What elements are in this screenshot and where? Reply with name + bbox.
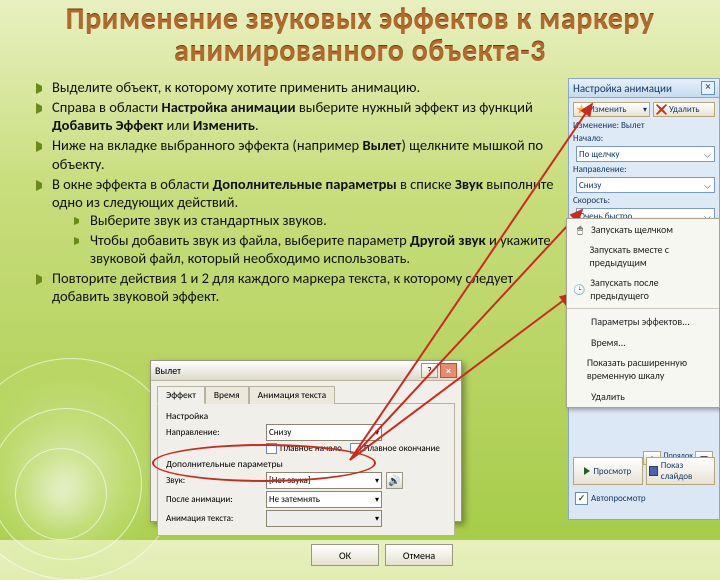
dialog-title-bar: Вылет ? × bbox=[151, 361, 461, 381]
list-item: Справа в области Настройка анимации выбе… bbox=[36, 98, 566, 134]
sound-label: Звук: bbox=[166, 475, 266, 486]
bullet-list: Выделите объект, к которому хотите приме… bbox=[36, 78, 566, 308]
menu-start-with-previous[interactable]: Запускать вместе с предыдущим bbox=[567, 240, 719, 273]
star-icon bbox=[576, 104, 587, 115]
change-effect-button[interactable]: Изменить ▾ bbox=[573, 102, 650, 117]
pane-title-bar: Настройка анимации × bbox=[569, 79, 719, 98]
mouse-icon: 🖱 bbox=[573, 222, 587, 236]
cancel-button[interactable]: Отмена bbox=[385, 544, 453, 566]
slideshow-button[interactable]: Показ слайдов bbox=[646, 457, 716, 485]
tab-time[interactable]: Время bbox=[205, 386, 249, 404]
dialog-title: Вылет bbox=[155, 364, 181, 377]
close-button[interactable]: × bbox=[440, 363, 457, 378]
start-select[interactable]: По щелчку bbox=[576, 146, 715, 162]
direction-label: Направление: bbox=[573, 164, 627, 175]
after-label: После анимации: bbox=[166, 494, 266, 505]
close-icon[interactable]: × bbox=[701, 81, 715, 95]
text-anim-label: Анимация текста: bbox=[166, 513, 266, 524]
help-button[interactable]: ? bbox=[421, 363, 438, 378]
tab-text-animation[interactable]: Анимация текста bbox=[249, 386, 336, 404]
delete-effect-button[interactable]: Удалить bbox=[653, 102, 715, 117]
sound-volume-button[interactable]: 🔊 bbox=[386, 472, 403, 489]
ok-button[interactable]: ОК bbox=[311, 544, 379, 566]
speed-label: Скорость: bbox=[573, 195, 610, 206]
play-button[interactable]: Просмотр bbox=[573, 457, 643, 485]
tab-effect[interactable]: Эффект bbox=[157, 386, 205, 404]
menu-show-timeline[interactable]: Показать расширенную временную шкалу bbox=[567, 353, 719, 386]
menu-effect-options[interactable]: Параметры эффектов... bbox=[567, 311, 719, 332]
slide-title: Применение звуковых эффектов к маркеру а… bbox=[0, 4, 720, 67]
section-settings: Настройка bbox=[166, 410, 446, 422]
menu-start-on-click[interactable]: 🖱Запускать щелчком bbox=[567, 219, 719, 240]
start-label: Начало: bbox=[573, 133, 603, 144]
after-select[interactable]: Не затемнять▾ bbox=[266, 491, 382, 508]
dialog-direction-select[interactable]: Снизу▾ bbox=[266, 424, 382, 441]
clock-icon: 🕒 bbox=[573, 282, 586, 296]
effect-dialog: Вылет ? × Эффект Время Анимация текста Н… bbox=[150, 360, 462, 522]
list-item: В окне эффекта в области Дополнительные … bbox=[36, 175, 566, 268]
sound-select[interactable]: [Нет звука]▾ bbox=[266, 472, 382, 489]
change-header: Изменение: Вылет bbox=[573, 120, 644, 131]
list-item: Выделите объект, к которому хотите приме… bbox=[36, 78, 566, 96]
x-icon bbox=[656, 104, 667, 115]
smooth-start-checkbox[interactable]: Плавное начало bbox=[266, 443, 342, 454]
menu-timing[interactable]: Время... bbox=[567, 332, 719, 353]
smooth-end-checkbox[interactable]: Плавное окончание bbox=[350, 443, 440, 454]
dialog-direction-label: Направление: bbox=[166, 427, 266, 438]
list-item: Повторите действия 1 и 2 для каждого мар… bbox=[36, 269, 566, 305]
list-item: Чтобы добавить звук из файла, выберите п… bbox=[74, 231, 566, 267]
play-icon bbox=[584, 467, 590, 475]
autopreview-checkbox[interactable]: ✓Автопросмотр bbox=[575, 492, 646, 505]
direction-select[interactable]: Снизу bbox=[576, 177, 715, 193]
delete-label: Удалить bbox=[669, 104, 699, 115]
menu-delete[interactable]: Удалить bbox=[567, 386, 719, 407]
text-anim-select: ▾ bbox=[266, 510, 382, 527]
list-item: Ниже на вкладке выбранного эффекта (напр… bbox=[36, 136, 566, 172]
change-label: Изменить bbox=[589, 104, 627, 115]
effect-context-menu: 🖱Запускать щелчком Запускать вместе с пр… bbox=[566, 218, 720, 408]
section-extra: Дополнительные параметры bbox=[166, 458, 446, 470]
pane-title-text: Настройка анимации bbox=[573, 82, 672, 95]
menu-start-after-previous[interactable]: 🕒Запускать после предыдущего bbox=[567, 273, 719, 306]
list-item: Выберите звук из стандартных звуков. bbox=[74, 211, 566, 229]
slideshow-icon bbox=[649, 466, 658, 476]
